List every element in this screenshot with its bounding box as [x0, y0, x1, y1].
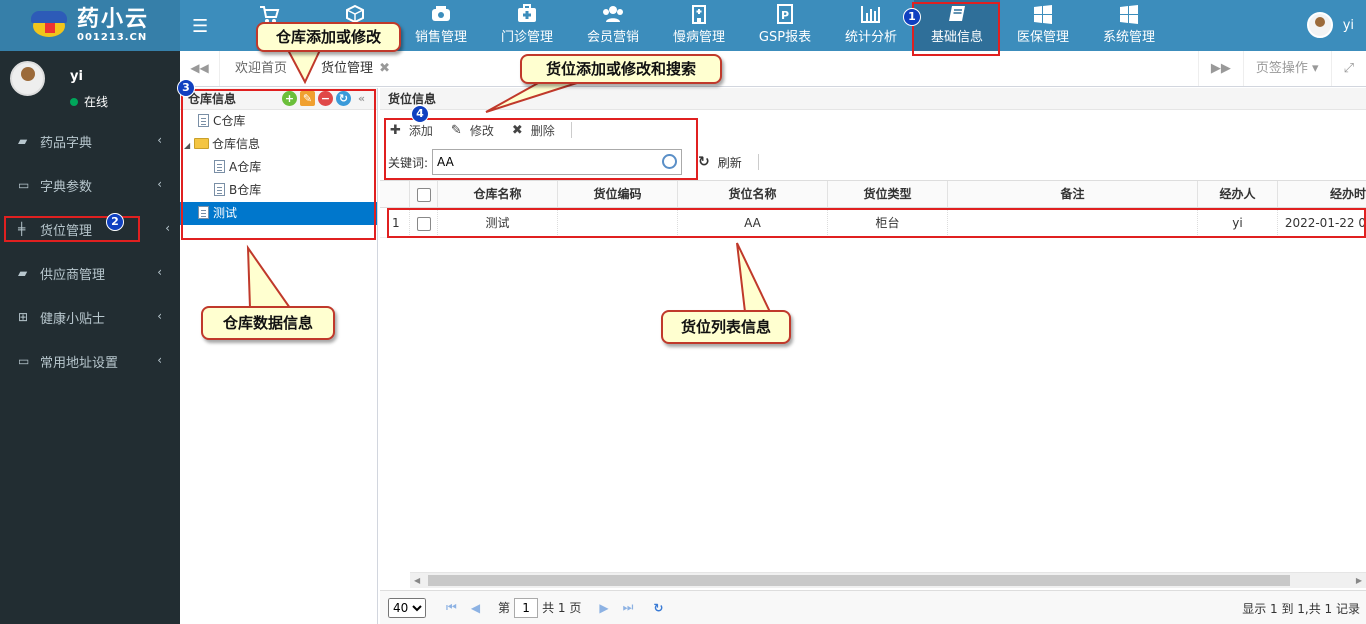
callout-location-edit: 货位添加或修改和搜索	[520, 54, 722, 84]
callout-warehouse-data: 仓库数据信息	[201, 306, 335, 340]
callout-warehouse-edit: 仓库添加或修改	[256, 22, 401, 52]
callout-location-list: 货位列表信息	[661, 310, 791, 344]
